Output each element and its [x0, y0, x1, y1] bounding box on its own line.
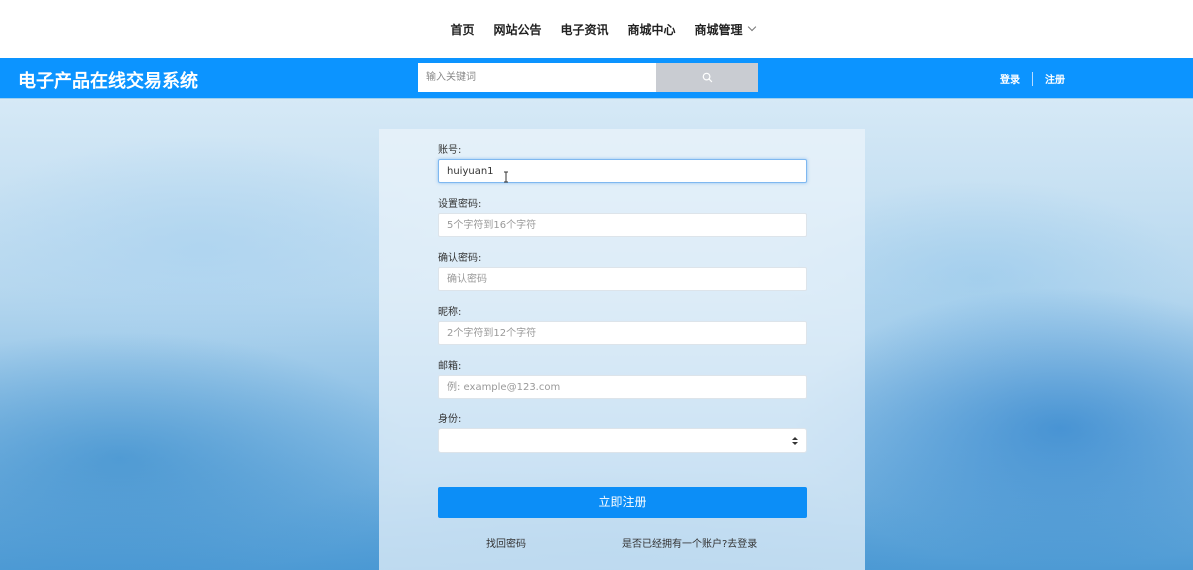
- email-input[interactable]: [438, 375, 807, 399]
- account-label: 账号:: [438, 145, 462, 156]
- forgot-password-link[interactable]: 找回密码: [486, 535, 526, 550]
- top-navigation: 首页 网站公告 电子资讯 商城中心 商城管理: [0, 0, 1193, 58]
- nickname-input[interactable]: [438, 321, 807, 345]
- login-link[interactable]: 登录: [1000, 71, 1020, 86]
- password-input[interactable]: [438, 213, 807, 237]
- chevron-down-icon: [747, 22, 756, 32]
- nav-item-mall-management[interactable]: 商城管理: [694, 21, 756, 38]
- auth-links: 登录 注册: [1000, 71, 1065, 86]
- text-cursor-icon: [504, 171, 508, 183]
- divider: [1032, 71, 1033, 86]
- go-to-login-link[interactable]: 是否已经拥有一个账户?去登录: [622, 535, 757, 550]
- confirm-password-input[interactable]: [438, 267, 807, 291]
- nav-item-mall-management-label: 商城管理: [694, 22, 743, 37]
- search-icon: [702, 72, 712, 83]
- search-button[interactable]: [656, 63, 758, 92]
- email-label: 邮箱:: [438, 361, 462, 372]
- identity-select[interactable]: [438, 428, 807, 453]
- account-input[interactable]: [438, 159, 807, 183]
- confirm-password-label: 确认密码:: [438, 253, 482, 264]
- nav-item-announcements[interactable]: 网站公告: [493, 21, 541, 38]
- select-arrows-icon: [792, 437, 798, 445]
- password-label: 设置密码:: [438, 199, 482, 210]
- nav-item-home[interactable]: 首页: [450, 21, 474, 38]
- nav-list: 首页 网站公告 电子资讯 商城中心 商城管理: [450, 21, 756, 38]
- divider: [0, 98, 1193, 99]
- register-link[interactable]: 注册: [1045, 71, 1065, 86]
- identity-label: 身份:: [438, 414, 462, 425]
- nickname-label: 昵称:: [438, 307, 462, 318]
- nav-item-mall-center[interactable]: 商城中心: [628, 21, 676, 38]
- register-submit-button[interactable]: 立即注册: [438, 487, 807, 518]
- site-title: 电子产品在线交易系统: [18, 71, 198, 92]
- nav-item-news[interactable]: 电子资讯: [560, 21, 608, 38]
- header-bar: 电子产品在线交易系统 登录 注册: [0, 58, 1193, 98]
- search-input[interactable]: [418, 63, 656, 92]
